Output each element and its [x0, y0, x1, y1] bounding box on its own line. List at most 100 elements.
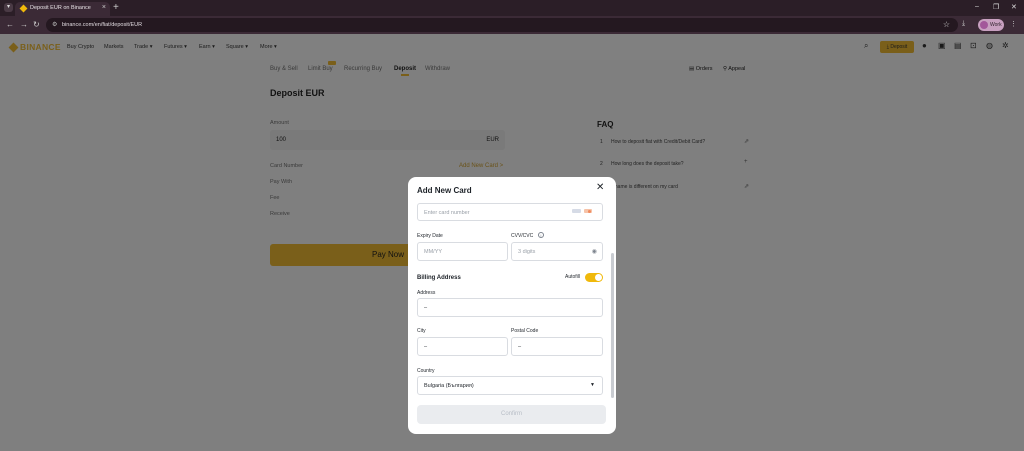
eye-icon[interactable]: ◉	[592, 248, 597, 255]
browser-tab[interactable]: Deposit EUR on Binance ×	[15, 2, 110, 16]
nav-trade[interactable]: Trade ▾	[134, 44, 152, 50]
info-icon[interactable]: i	[538, 232, 544, 238]
faq-number: 1	[600, 139, 603, 145]
card-number-field[interactable]: Enter card number	[417, 203, 603, 221]
settings-icon[interactable]: ✲	[1002, 42, 1009, 50]
link-icon[interactable]: ⇗	[744, 138, 749, 145]
tab-recurring-buy[interactable]: Recurring Buy	[344, 66, 382, 72]
tab-search-icon[interactable]: ▾	[4, 3, 13, 12]
nav-square[interactable]: Square ▾	[226, 44, 248, 50]
close-icon[interactable]: ✕	[596, 183, 604, 193]
faq-question: How to deposit fiat with Credit/Debit Ca…	[611, 139, 706, 145]
language-icon[interactable]: ◍	[986, 42, 993, 50]
appeal-label: Appeal	[728, 66, 746, 72]
card-number-placeholder: Enter card number	[424, 210, 470, 216]
expiry-field[interactable]: MM/YY	[417, 242, 508, 261]
faq-item[interactable]: 1 How to deposit fiat with Credit/Debit C…	[600, 139, 705, 145]
faq-question: y name is different on my card	[611, 184, 678, 190]
card-number-label: Card Number	[270, 163, 304, 169]
faq-title: FAQ	[597, 120, 614, 129]
tab-deposit[interactable]: Deposit	[394, 66, 416, 72]
logo-text: BINANCE	[20, 42, 61, 52]
postal-code-value: –	[518, 344, 522, 350]
confirm-button[interactable]: Confirm	[417, 405, 606, 424]
minimize-icon[interactable]: –	[975, 3, 979, 10]
binance-logo-icon	[8, 42, 19, 52]
profile-label: Work	[990, 22, 1002, 28]
profile-button[interactable]: Work	[978, 19, 1004, 31]
visa-icon	[572, 209, 581, 213]
chevron-down-icon: ▼	[590, 382, 595, 388]
nav-more[interactable]: More ▾	[260, 44, 277, 50]
new-tab-icon[interactable]: +	[113, 2, 119, 13]
faq-number: 2	[600, 161, 603, 167]
binance-favicon-icon	[19, 4, 28, 13]
billing-address-heading: Billing Address	[417, 275, 461, 281]
nav-futures-label: Futures	[164, 44, 183, 50]
cvv-placeholder: 3 digits	[518, 249, 536, 255]
active-tab-indicator	[401, 74, 409, 76]
dialog-title: Add New Card	[417, 186, 472, 195]
search-icon[interactable]: ⌕	[864, 42, 868, 50]
back-icon[interactable]: ←	[6, 20, 14, 29]
messages-icon[interactable]: ▤	[954, 42, 962, 50]
faq-item[interactable]: 2 How long does the deposit take?	[600, 161, 684, 167]
address-value: –	[424, 305, 428, 311]
orders-label: Orders	[695, 66, 713, 72]
window-close-icon[interactable]: ✕	[1011, 3, 1017, 11]
add-new-card-link[interactable]: Add New Card >	[459, 163, 503, 169]
amount-value: 100	[276, 137, 287, 143]
tab-close-icon[interactable]: ×	[102, 4, 106, 11]
account-icon[interactable]: ●	[922, 42, 927, 50]
download-icon[interactable]: ⤓	[962, 20, 965, 28]
forward-icon[interactable]: →	[20, 20, 28, 29]
browser-menu-icon[interactable]: ⋮	[1010, 20, 1017, 28]
site-info-icon[interactable]: ⚙	[52, 21, 57, 28]
download-app-icon[interactable]: ⊡	[970, 42, 977, 50]
nav-earn-label: Earn	[199, 44, 211, 50]
add-new-card-dialog: Add New Card ✕ Enter card number Expiry …	[408, 177, 616, 434]
bookmark-star-icon[interactable]: ☆	[943, 20, 950, 29]
appeal-link[interactable]: ⚲ Appeal	[723, 66, 745, 72]
postal-code-label: Postal Code	[511, 328, 539, 334]
cvv-field[interactable]: 3 digits ◉	[511, 242, 603, 261]
amount-input[interactable]: 100 EUR	[270, 130, 505, 150]
nav-trade-label: Trade	[134, 44, 149, 50]
orders-link[interactable]: ▤ Orders	[689, 66, 713, 72]
country-label: Country	[417, 368, 435, 374]
toggle-knob	[595, 274, 602, 281]
link-icon[interactable]: ⇗	[744, 183, 749, 190]
autofill-label: Autofill	[565, 274, 581, 280]
tab-limit-buy[interactable]: Limit Buy	[308, 66, 333, 72]
tab-buy-sell[interactable]: Buy & Sell	[270, 66, 298, 72]
receive-label: Receive	[270, 211, 290, 217]
address-field[interactable]: –	[417, 298, 603, 317]
city-field[interactable]: –	[417, 337, 508, 356]
card-brands-icon	[572, 209, 596, 214]
wallet-icon[interactable]: ▣	[938, 42, 946, 50]
browser-tabbar: ▾ Deposit EUR on Binance × + – ❐ ✕	[0, 0, 1024, 16]
binance-logo[interactable]: BINANCE	[8, 42, 61, 52]
reload-icon[interactable]: ↻	[33, 20, 40, 29]
fee-label: Fee	[270, 195, 280, 201]
postal-code-field[interactable]: –	[511, 337, 603, 356]
tab-withdraw[interactable]: Withdraw	[425, 66, 450, 72]
address-label: Address	[417, 290, 436, 296]
autofill-toggle[interactable]	[585, 273, 603, 282]
country-select[interactable]: Bulgaria (България) ▼	[417, 376, 603, 395]
pay-with-label: Pay With	[270, 179, 293, 185]
nav-buy-crypto[interactable]: Buy Crypto	[67, 44, 94, 50]
tab-title: Deposit EUR on Binance	[30, 5, 91, 11]
nav-futures[interactable]: Futures ▾	[164, 44, 187, 50]
amount-label: Amount	[270, 120, 289, 126]
mastercard-icon	[584, 209, 592, 213]
city-label: City	[417, 328, 426, 334]
nav-markets[interactable]: Markets	[104, 44, 124, 50]
restore-icon[interactable]: ❐	[993, 3, 999, 11]
header-deposit-button[interactable]: ⤓ Deposit	[880, 41, 914, 53]
address-bar[interactable]: ⚙ binance.com/en/fiat/deposit/EUR ☆	[46, 18, 958, 32]
dialog-scrollbar[interactable]	[611, 253, 614, 398]
expand-plus-icon[interactable]: +	[744, 159, 748, 165]
nav-earn[interactable]: Earn ▾	[199, 44, 215, 50]
faq-question: How long does the deposit take?	[611, 161, 684, 167]
